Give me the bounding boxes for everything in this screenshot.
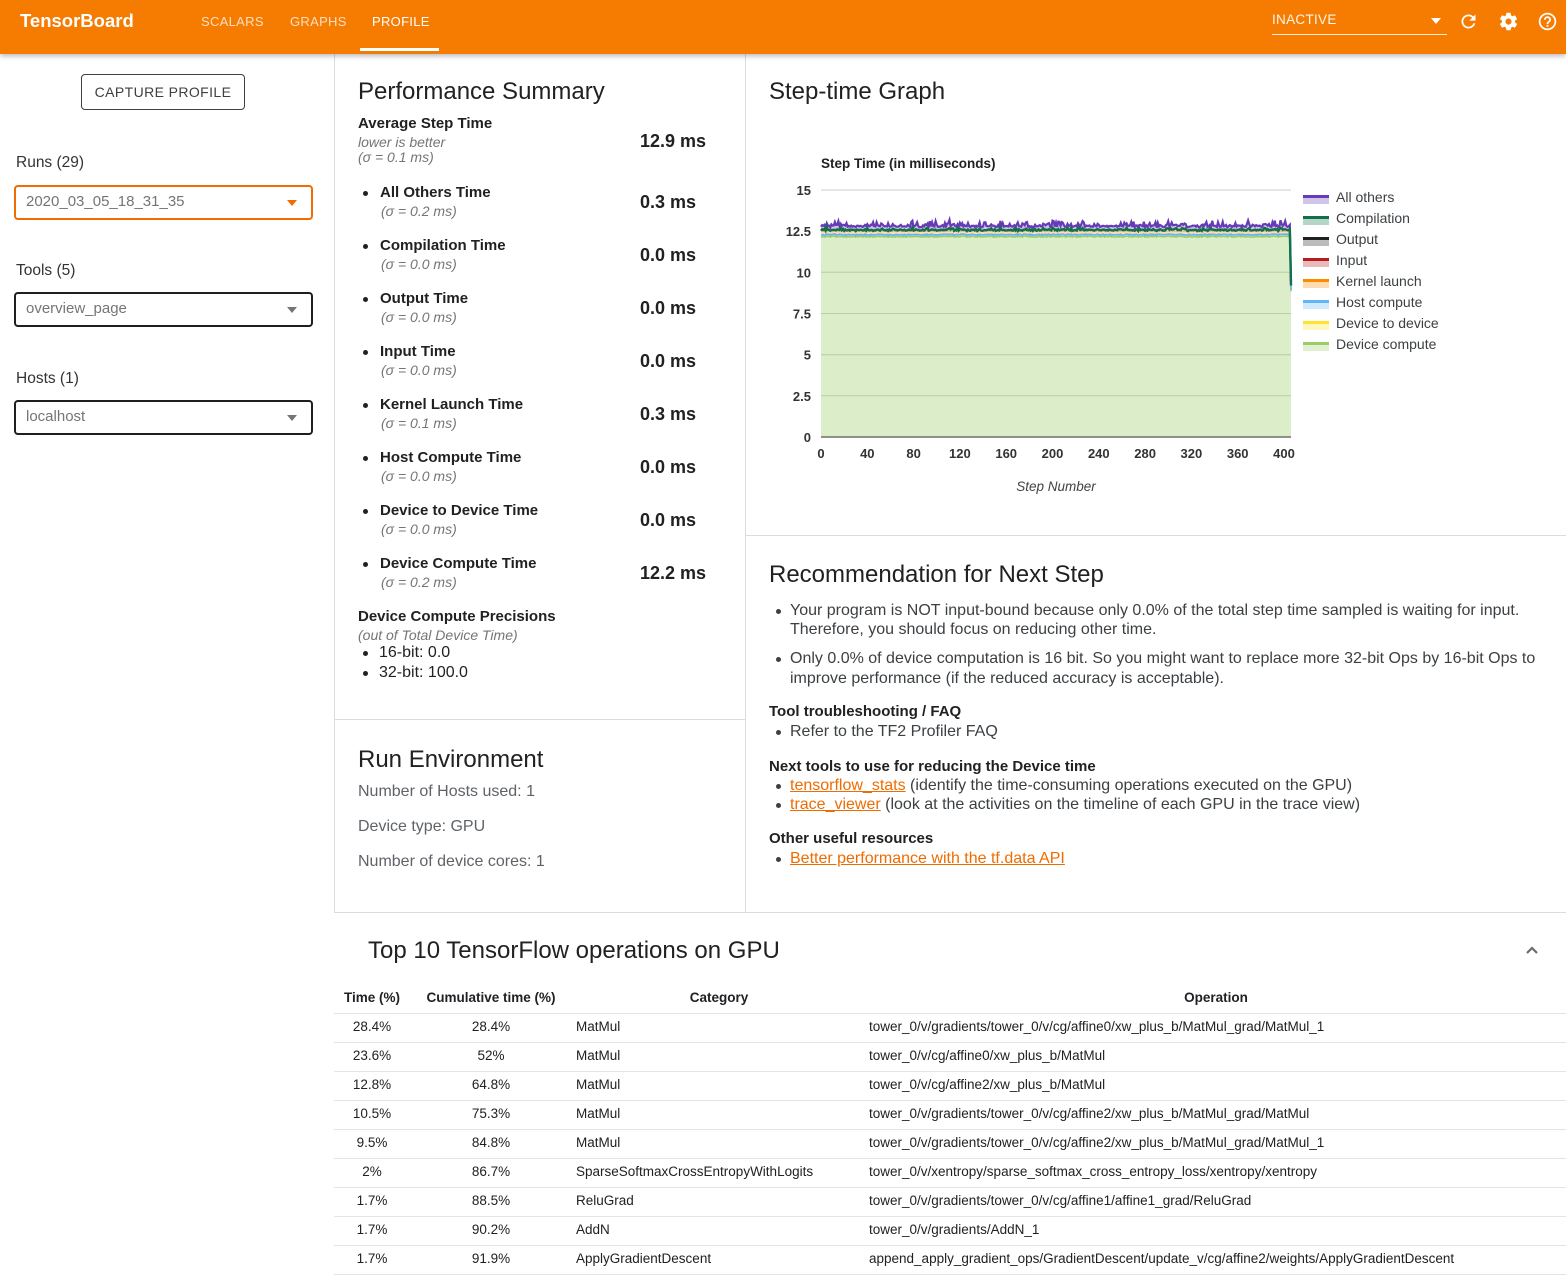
svg-text:200: 200 [1042, 446, 1064, 461]
svg-text:Step Number: Step Number [1016, 479, 1096, 494]
svg-text:320: 320 [1181, 446, 1203, 461]
svg-text:280: 280 [1134, 446, 1156, 461]
svg-text:360: 360 [1227, 446, 1249, 461]
svg-text:All others: All others [1336, 189, 1394, 205]
svg-text:Host compute: Host compute [1336, 294, 1423, 310]
svg-text:2.5: 2.5 [793, 389, 811, 404]
svg-text:15: 15 [797, 183, 811, 198]
svg-text:400: 400 [1273, 446, 1295, 461]
svg-text:0: 0 [804, 430, 811, 445]
svg-text:12.5: 12.5 [786, 224, 811, 239]
svg-text:120: 120 [949, 446, 971, 461]
svg-text:160: 160 [995, 446, 1017, 461]
svg-text:5: 5 [804, 348, 811, 363]
svg-text:Output: Output [1336, 231, 1378, 247]
svg-text:Device to device: Device to device [1336, 315, 1439, 331]
svg-text:40: 40 [860, 446, 874, 461]
svg-text:7.5: 7.5 [793, 307, 811, 322]
svg-text:Compilation: Compilation [1336, 210, 1410, 226]
svg-text:Device compute: Device compute [1336, 336, 1437, 352]
svg-text:0: 0 [817, 446, 824, 461]
svg-text:Step Time (in milliseconds): Step Time (in milliseconds) [821, 156, 996, 171]
svg-text:Kernel launch: Kernel launch [1336, 273, 1422, 289]
svg-text:10: 10 [797, 265, 811, 280]
svg-text:240: 240 [1088, 446, 1110, 461]
svg-text:80: 80 [906, 446, 920, 461]
svg-text:Input: Input [1336, 252, 1367, 268]
